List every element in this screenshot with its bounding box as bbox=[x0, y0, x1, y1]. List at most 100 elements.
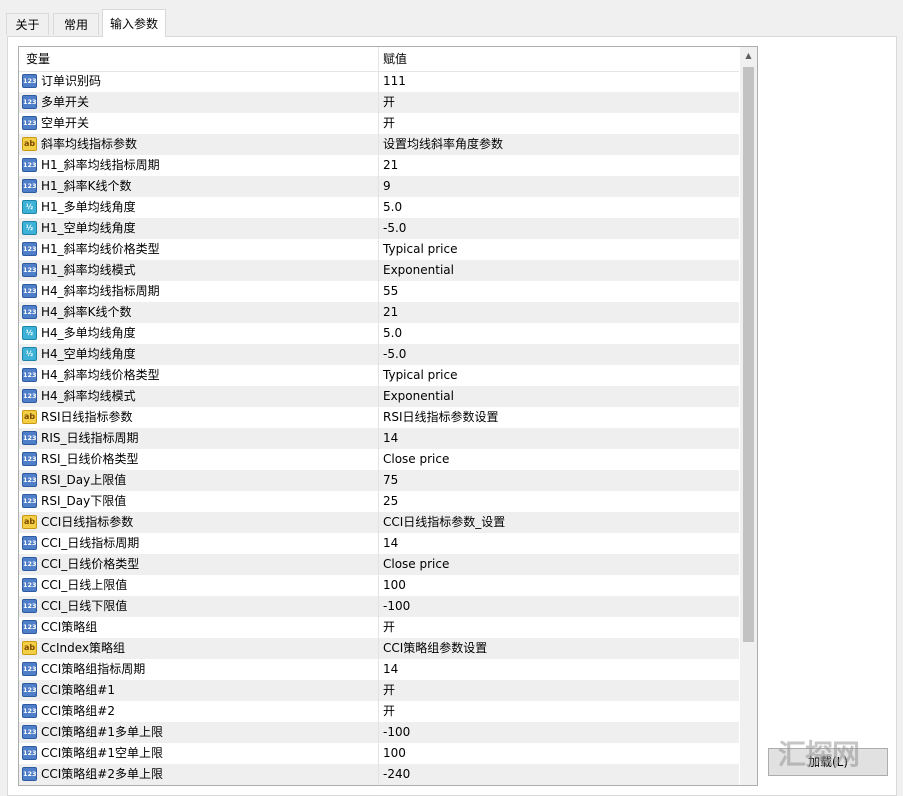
variable-value[interactable]: CCI日线指标参数_设置 bbox=[383, 512, 505, 533]
integer-type-icon: 123 bbox=[22, 389, 37, 403]
variable-value[interactable]: CCI策略组参数设置 bbox=[383, 638, 487, 659]
table-row[interactable]: ½ H4_多单均线角度 5.0 bbox=[19, 323, 739, 344]
header-variable[interactable]: 变量 bbox=[26, 47, 50, 71]
variable-value[interactable]: 设置均线斜率角度参数 bbox=[383, 134, 503, 155]
scroll-thumb[interactable] bbox=[743, 67, 754, 642]
variable-value[interactable]: -5.0 bbox=[383, 344, 406, 365]
integer-type-icon: 123 bbox=[22, 725, 37, 739]
integer-type-icon: 123 bbox=[22, 242, 37, 256]
variable-value[interactable]: 5.0 bbox=[383, 197, 402, 218]
table-row[interactable]: 123 RSI_Day上限值 75 bbox=[19, 470, 739, 491]
variable-name: H4_斜率均线模式 bbox=[41, 389, 136, 403]
table-row[interactable]: 123 H4_斜率均线模式 Exponential bbox=[19, 386, 739, 407]
variable-value[interactable]: 开 bbox=[383, 617, 395, 638]
variable-value[interactable]: 14 bbox=[383, 533, 398, 554]
column-divider bbox=[378, 701, 379, 722]
table-row[interactable]: ½ H1_空单均线角度 -5.0 bbox=[19, 218, 739, 239]
variable-value[interactable]: -100 bbox=[383, 722, 410, 743]
table-row[interactable]: ½ H4_空单均线角度 -5.0 bbox=[19, 344, 739, 365]
table-row[interactable]: 123 CCI_日线上限值 100 bbox=[19, 575, 739, 596]
variable-name: H1_斜率K线个数 bbox=[41, 179, 132, 193]
variable-value[interactable]: 开 bbox=[383, 113, 395, 134]
integer-type-icon: 123 bbox=[22, 179, 37, 193]
table-row[interactable]: ab CCI日线指标参数 CCI日线指标参数_设置 bbox=[19, 512, 739, 533]
table-row[interactable]: 123 CCI策略组#1多单上限 -100 bbox=[19, 722, 739, 743]
table-row[interactable]: 123 订单识别码 111 bbox=[19, 71, 739, 92]
variable-value[interactable]: 14 bbox=[383, 428, 398, 449]
table-row[interactable]: ab CcIndex策略组 CCI策略组参数设置 bbox=[19, 638, 739, 659]
variable-value[interactable]: 开 bbox=[383, 680, 395, 701]
table-row[interactable]: 123 空单开关 开 bbox=[19, 113, 739, 134]
table-row[interactable]: ab RSI日线指标参数 RSI日线指标参数设置 bbox=[19, 407, 739, 428]
integer-type-icon: 123 bbox=[22, 536, 37, 550]
table-row[interactable]: 123 H1_斜率K线个数 9 bbox=[19, 176, 739, 197]
table-row[interactable]: 123 H4_斜率K线个数 21 bbox=[19, 302, 739, 323]
table-row[interactable]: ½ H1_多单均线角度 5.0 bbox=[19, 197, 739, 218]
table-row[interactable]: 123 H1_斜率均线模式 Exponential bbox=[19, 260, 739, 281]
table-row[interactable]: 123 CCI_日线价格类型 Close price bbox=[19, 554, 739, 575]
column-divider bbox=[378, 491, 379, 512]
table-row[interactable]: 123 CCI_日线指标周期 14 bbox=[19, 533, 739, 554]
variable-value[interactable]: 5.0 bbox=[383, 323, 402, 344]
table-row[interactable]: 123 H4_斜率均线价格类型 Typical price bbox=[19, 365, 739, 386]
variable-value[interactable]: Exponential bbox=[383, 260, 454, 281]
table-row[interactable]: 123 H1_斜率均线指标周期 21 bbox=[19, 155, 739, 176]
column-divider bbox=[378, 344, 379, 365]
table-row[interactable]: 123 H1_斜率均线价格类型 Typical price bbox=[19, 239, 739, 260]
header-value[interactable]: 赋值 bbox=[383, 47, 407, 71]
column-divider bbox=[378, 197, 379, 218]
column-divider bbox=[378, 554, 379, 575]
tab-inputs[interactable]: 输入参数 bbox=[102, 9, 166, 37]
column-divider bbox=[378, 176, 379, 197]
tab-about[interactable]: 关于 bbox=[6, 13, 49, 35]
variable-name: H1_斜率均线价格类型 bbox=[41, 242, 160, 256]
load-button[interactable]: 加载(L) bbox=[768, 748, 888, 776]
column-divider bbox=[378, 365, 379, 386]
variable-value[interactable]: 14 bbox=[383, 659, 398, 680]
scroll-up-arrow-icon[interactable]: ▲ bbox=[740, 47, 757, 64]
variable-value[interactable]: 9 bbox=[383, 176, 391, 197]
integer-type-icon: 123 bbox=[22, 284, 37, 298]
variable-value[interactable]: 100 bbox=[383, 743, 406, 764]
variable-value[interactable]: 21 bbox=[383, 302, 398, 323]
table-row[interactable]: 123 CCI策略组#1 开 bbox=[19, 680, 739, 701]
variable-value[interactable]: Exponential bbox=[383, 386, 454, 407]
table-row[interactable]: 123 RSI_Day下限值 25 bbox=[19, 491, 739, 512]
column-divider bbox=[378, 155, 379, 176]
table-row[interactable]: 123 CCI策略组 开 bbox=[19, 617, 739, 638]
table-row[interactable]: 123 CCI策略组#2 开 bbox=[19, 701, 739, 722]
variable-value[interactable]: 111 bbox=[383, 71, 406, 92]
double-type-icon: ½ bbox=[22, 221, 37, 235]
variable-value[interactable]: 21 bbox=[383, 155, 398, 176]
table-row[interactable]: 123 多单开关 开 bbox=[19, 92, 739, 113]
variable-name: CCI策略组#2多单上限 bbox=[41, 767, 163, 781]
variable-value[interactable]: 55 bbox=[383, 281, 398, 302]
tab-common[interactable]: 常用 bbox=[53, 13, 99, 35]
table-row[interactable]: 123 RSI_日线价格类型 Close price bbox=[19, 449, 739, 470]
header-divider[interactable] bbox=[378, 47, 379, 71]
vertical-scrollbar[interactable]: ▲ bbox=[740, 47, 757, 785]
table-row[interactable]: 123 CCI策略组指标周期 14 bbox=[19, 659, 739, 680]
variable-value[interactable]: Close price bbox=[383, 449, 449, 470]
table-row[interactable]: 123 CCI策略组#2多单上限 -240 bbox=[19, 764, 739, 785]
variable-value[interactable]: -100 bbox=[383, 596, 410, 617]
column-divider bbox=[378, 722, 379, 743]
table-row[interactable]: 123 CCI策略组#1空单上限 100 bbox=[19, 743, 739, 764]
variable-name: CCI策略组指标周期 bbox=[41, 662, 146, 676]
variable-value[interactable]: Close price bbox=[383, 554, 449, 575]
variable-value[interactable]: RSI日线指标参数设置 bbox=[383, 407, 499, 428]
variable-value[interactable]: 开 bbox=[383, 701, 395, 722]
variable-value[interactable]: -240 bbox=[383, 764, 410, 785]
variable-value[interactable]: 开 bbox=[383, 92, 395, 113]
variable-value[interactable]: Typical price bbox=[383, 365, 457, 386]
table-row[interactable]: 123 H4_斜率均线指标周期 55 bbox=[19, 281, 739, 302]
table-row[interactable]: ab 斜率均线指标参数 设置均线斜率角度参数 bbox=[19, 134, 739, 155]
variable-value[interactable]: 25 bbox=[383, 491, 398, 512]
variable-value[interactable]: 75 bbox=[383, 470, 398, 491]
grid-rows: 123 订单识别码 111 123 多单开关开 123 空单开关开 ab 斜率均线指标参数 设置均… bbox=[19, 71, 739, 785]
table-row[interactable]: 123 CCI_日线下限值 -100 bbox=[19, 596, 739, 617]
table-row[interactable]: 123 RIS_日线指标周期 14 bbox=[19, 428, 739, 449]
variable-value[interactable]: -5.0 bbox=[383, 218, 406, 239]
variable-value[interactable]: Typical price bbox=[383, 239, 457, 260]
variable-value[interactable]: 100 bbox=[383, 575, 406, 596]
